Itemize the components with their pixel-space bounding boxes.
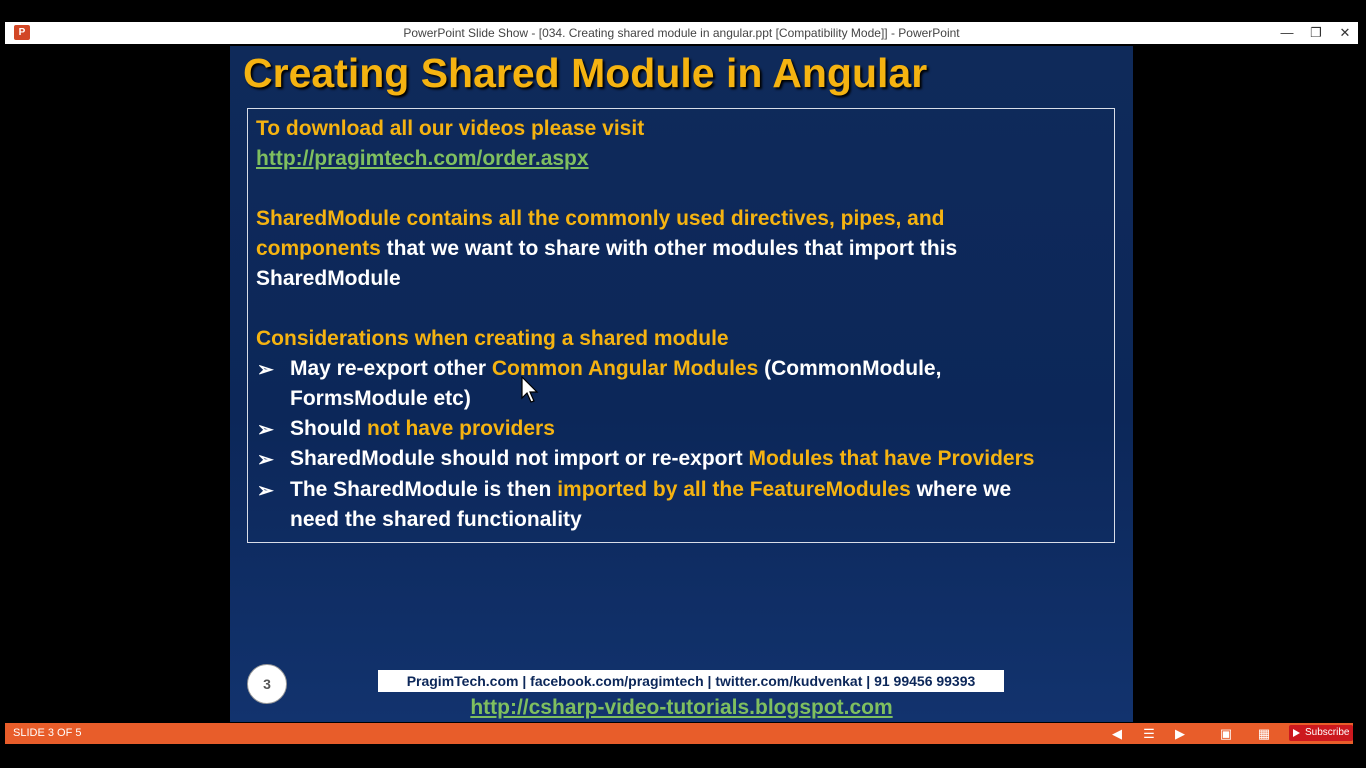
considerations-heading: Considerations when creating a shared mo… [256,327,729,350]
para1-line2: components that we want to share with ot… [256,237,957,261]
download-link[interactable]: http://pragimtech.com/order.aspx [256,147,589,171]
bullet-2-text-b: not have providers [367,417,555,440]
slide-canvas[interactable]: Creating Shared Module in Angular To dow… [230,46,1133,722]
para1-line1: SharedModule contains all the commonly u… [256,207,945,230]
bullet-2: Should not have providers [290,417,555,441]
bullet-1-line1: May re-export other Common Angular Modul… [290,357,941,381]
bullet-1-line2: FormsModule etc) [290,387,471,410]
slide-indicator: SLIDE 3 OF 5 [13,727,82,739]
slide-sorter-icon[interactable]: ▦ [1255,725,1273,742]
window-titlebar: P PowerPoint Slide Show - [034. Creating… [5,22,1358,44]
bullet-1-text-c: (CommonModule, [758,357,942,380]
window-title: PowerPoint Slide Show - [034. Creating s… [403,26,960,40]
content-box: To download all our videos please visit … [247,108,1115,543]
close-button[interactable]: ✕ [1331,22,1359,44]
footer-contact-bar: PragimTech.com | facebook.com/pragimtech… [378,670,1004,692]
normal-view-icon[interactable]: ▣ [1217,725,1235,742]
bullet-arrow-icon: ➢ [257,359,274,381]
bullet-arrow-icon: ➢ [257,419,274,441]
slide-title: Creating Shared Module in Angular [243,50,928,96]
bullet-2-text-a: Should [290,417,367,440]
restore-button[interactable]: ❐ [1302,22,1330,44]
bullet-4-text-c: where we [910,478,1012,501]
bullet-3-text-a: SharedModule should not import or re-exp… [290,447,749,470]
bullet-arrow-icon: ➢ [257,480,274,502]
bullet-1-text-a: May re-export other [290,357,492,380]
bullet-4-text-a: The SharedModule is then [290,478,558,501]
notes-icon[interactable]: ☰ [1140,725,1158,742]
bullet-3: SharedModule should not import or re-exp… [290,447,1034,471]
bullet-3-text-b: Modules that have Providers [748,447,1035,470]
subscribe-button[interactable]: Subscribe [1289,725,1354,741]
slideshow-status-bar: SLIDE 3 OF 5 ◀ ☰ ▶ ▣ ▦ Subscribe [5,723,1354,744]
next-slide-icon[interactable]: ▶ [1171,725,1189,742]
bullet-4-line1: The SharedModule is then imported by all… [290,478,1011,502]
bullet-4-line2: need the shared functionality [290,508,582,531]
para1-line3: SharedModule [256,267,401,290]
download-text: To download all our videos please visit [256,117,645,140]
previous-slide-icon[interactable]: ◀ [1108,725,1126,742]
para1-line2-highlight: components [256,237,381,260]
mouse-cursor-icon [521,376,539,403]
footer-blog-link[interactable]: http://csharp-video-tutorials.blogspot.c… [230,696,1133,720]
minimize-button[interactable]: — [1273,22,1301,44]
bullet-arrow-icon: ➢ [257,449,274,471]
para1-line2-rest: that we want to share with other modules… [380,237,958,260]
bullet-4-text-b: imported by all the FeatureModules [557,478,911,501]
